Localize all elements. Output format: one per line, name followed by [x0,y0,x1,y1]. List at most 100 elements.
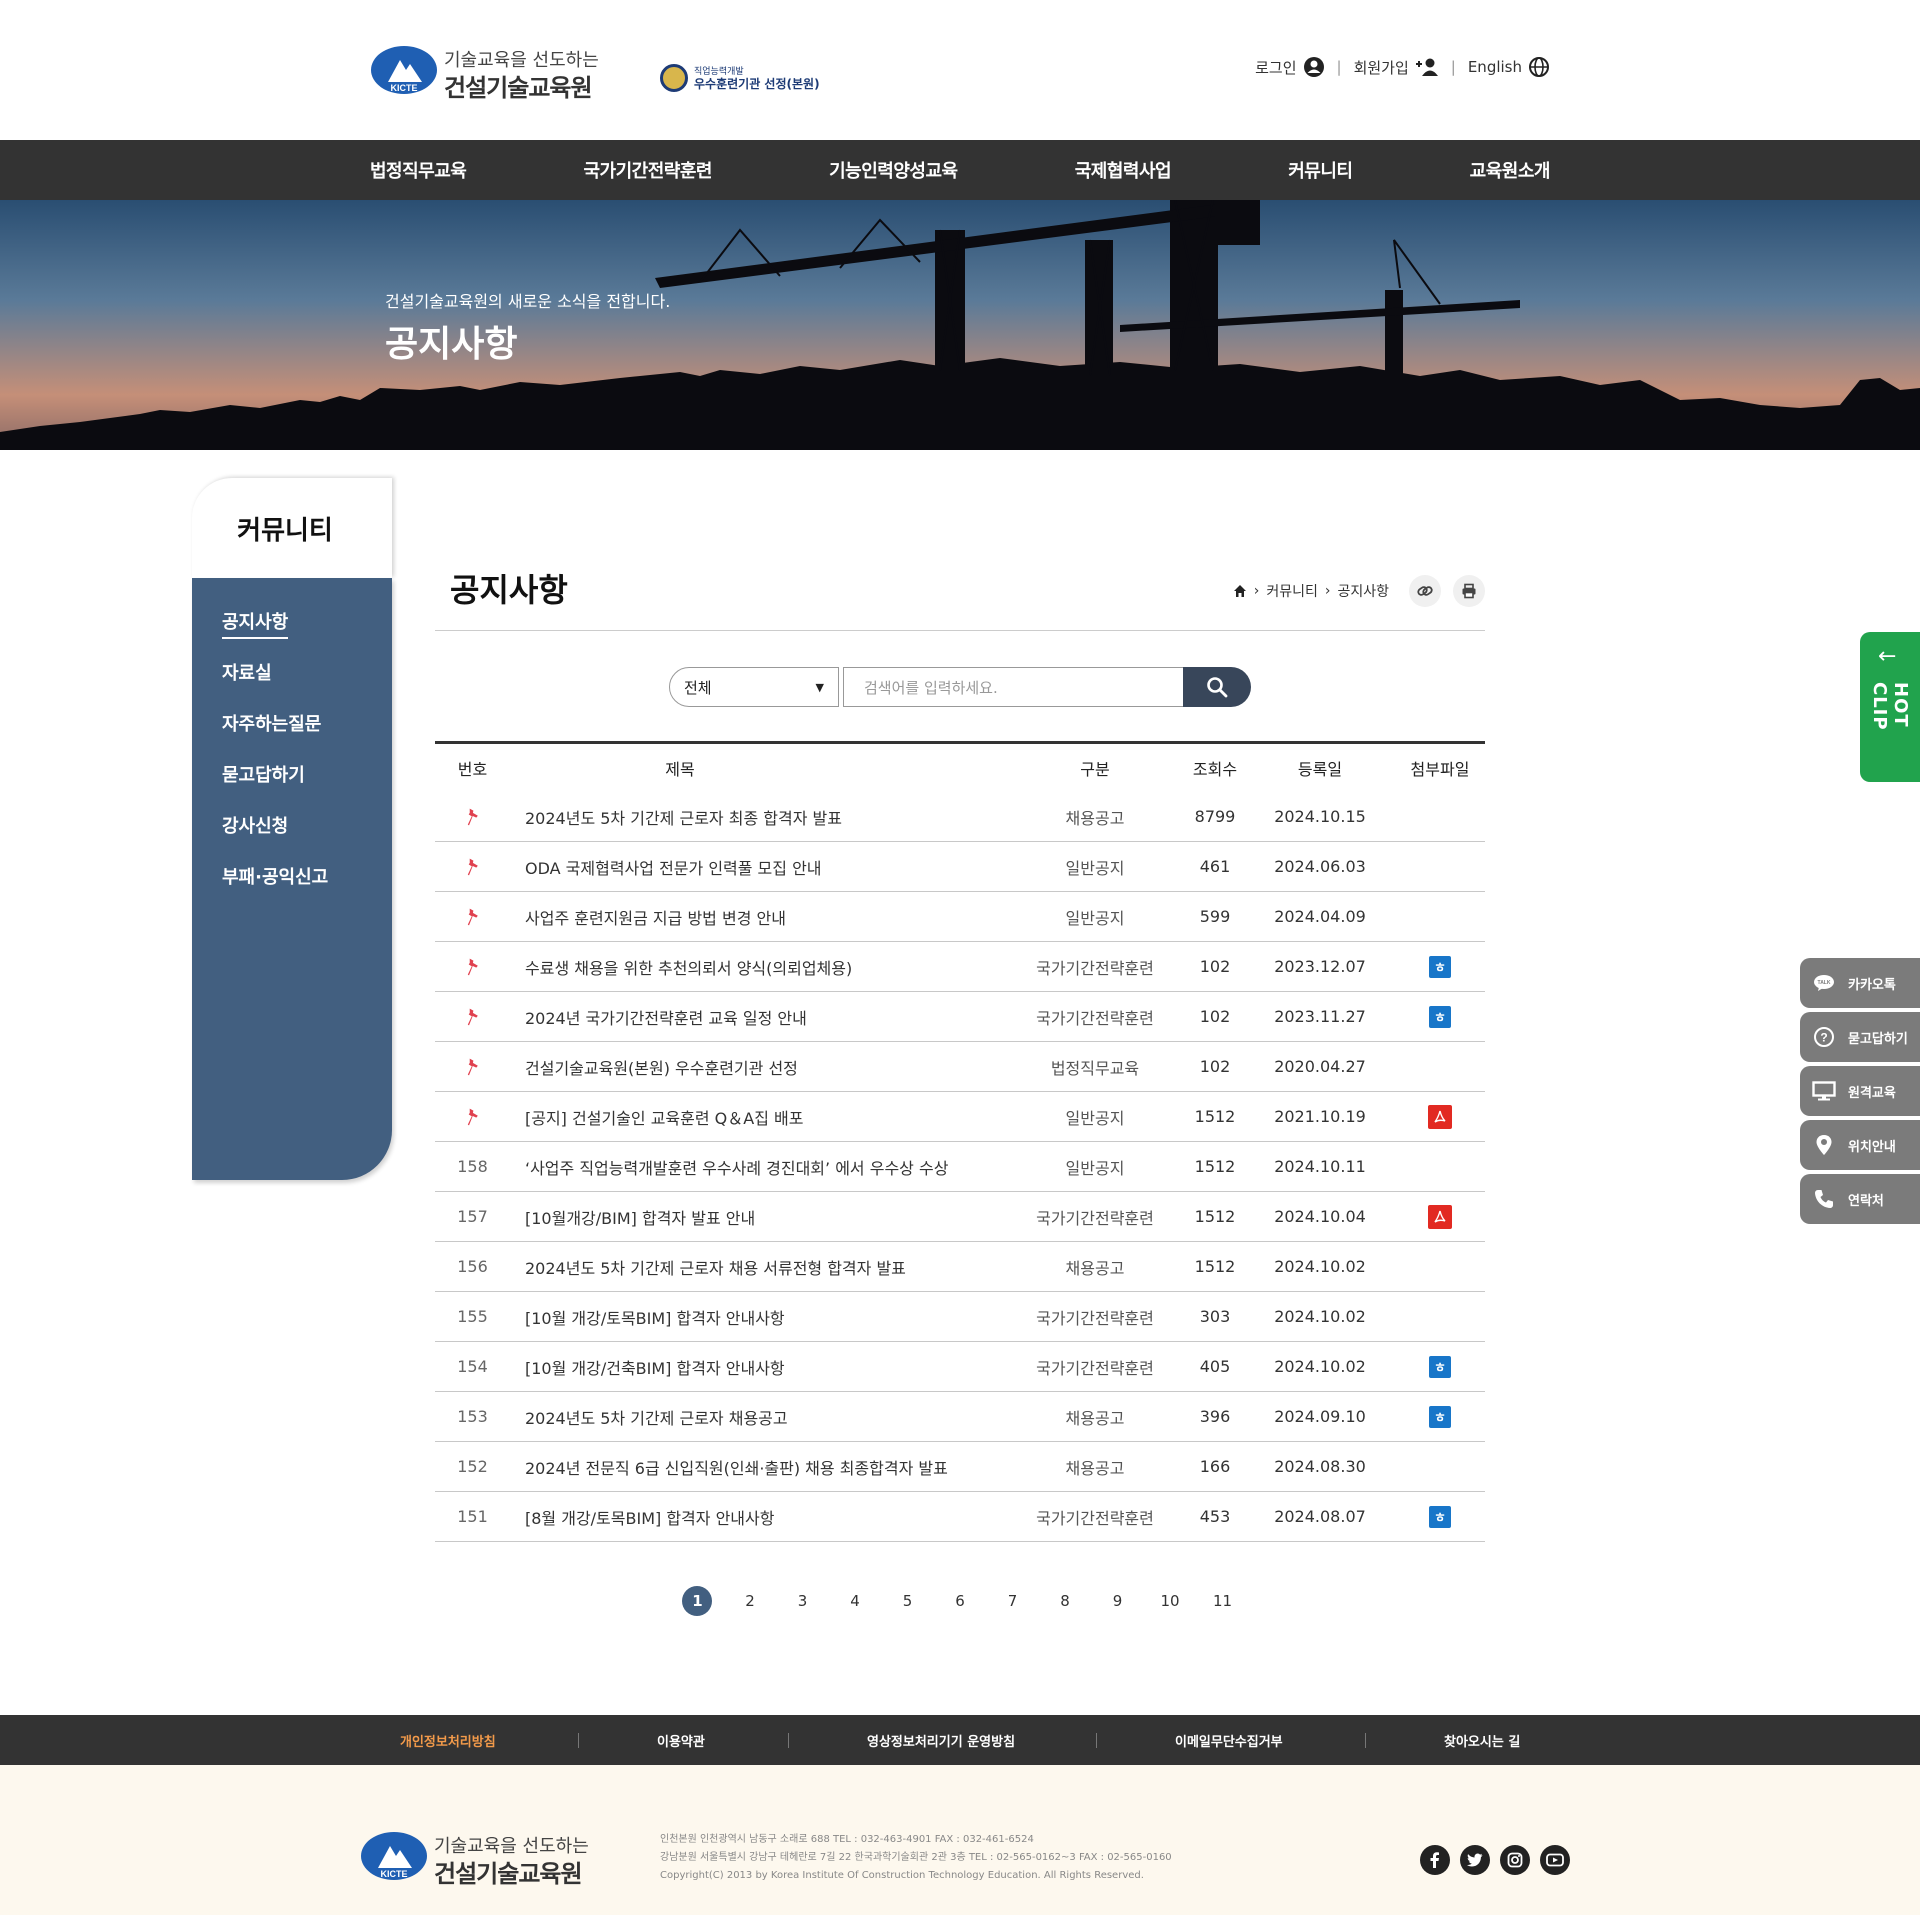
hwp-file-icon[interactable]: ㅎ [1429,955,1451,978]
util-divider: | [1336,58,1342,76]
row-title[interactable]: [10월 개강/토목BIM] 합격자 안내사항 [525,1292,1025,1341]
footer-link-directions[interactable]: 찾아오시는 길 [1444,1715,1520,1765]
side-item-qna[interactable]: 묻고답하기 [222,761,328,812]
site-logo[interactable]: KICTE 기술교육을 선도하는 건설기술교육원 [370,44,615,102]
search-input[interactable]: 검색어를 입력하세요. [843,667,1183,707]
page-link[interactable]: 6 [934,1586,987,1616]
home-icon[interactable] [1233,584,1247,598]
row-title[interactable]: [8월 개강/토목BIM] 합격자 안내사항 [525,1492,1025,1541]
breadcrumb-item[interactable]: 공지사항 [1337,581,1389,601]
login-link[interactable]: 로그인 [1255,56,1324,78]
side-item-report[interactable]: 부패·공익신고 [222,863,328,914]
table-row[interactable]: 156 2024년도 5차 기간제 근로자 채용 서류전형 합격자 발표 채용공고 1… [435,1242,1485,1292]
row-title[interactable]: ‘사업주 직업능력개발훈련 우수사례 경진대회’ 에서 우수상 수상 [525,1142,1025,1191]
col-header-title: 제목 [665,760,695,779]
table-row[interactable]: 155 [10월 개강/토목BIM] 합격자 안내사항 국가기간전략훈련 303 202… [435,1292,1485,1342]
hwp-file-icon[interactable]: ㅎ [1429,1505,1451,1528]
youtube-icon[interactable] [1540,1845,1570,1875]
globe-icon [1529,57,1549,77]
hot-clip-tab[interactable]: ← HOT CLIP [1860,632,1920,782]
row-title[interactable]: 2024년 전문직 6급 신입직원(인쇄·출판) 채용 최종합격자 발표 [525,1442,1025,1491]
table-row[interactable]: 157 [10월개강/BIM] 합격자 발표 안내 국가기간전략훈련 1512 2024… [435,1192,1485,1242]
row-title[interactable]: [공지] 건설기술인 교육훈련 Q＆A집 배포 [525,1092,1025,1141]
gnb-item-legal-training[interactable]: 법정직무교육 [370,157,467,183]
row-number: 151 [457,1507,488,1526]
table-row[interactable]: 151 [8월 개강/토목BIM] 합격자 안내사항 국가기간전략훈련 453 2024… [435,1492,1485,1542]
row-title[interactable]: 2024년도 5차 기간제 근로자 최종 합격자 발표 [525,792,1025,841]
twitter-icon[interactable] [1460,1845,1490,1875]
footer-link-privacy[interactable]: 개인정보처리방침 [400,1715,496,1765]
table-row[interactable]: 158 ‘사업주 직업능력개발훈련 우수사례 경진대회’ 에서 우수상 수상 일반공… [435,1142,1485,1192]
gnb-item-community[interactable]: 커뮤니티 [1288,157,1353,183]
hwp-file-icon[interactable]: ㅎ [1429,1355,1451,1378]
table-row[interactable]: ODA 국제협력사업 전문가 인력풀 모집 안내 일반공지 461 2024.06.0… [435,842,1485,892]
side-item-archive[interactable]: 자료실 [222,659,328,710]
chat-bubble-icon: TALK [1800,974,1848,992]
col-header-views: 조회수 [1192,760,1238,779]
page-link[interactable]: 9 [1091,1586,1144,1616]
quick-location-button[interactable]: 위치안내 [1800,1120,1920,1170]
row-title[interactable]: 수료생 채용을 위한 추천의뢰서 양식(의뢰업체용) [525,942,1025,991]
search-button[interactable] [1183,667,1251,707]
row-title[interactable]: 2024년 국가기간전략훈련 교육 일정 안내 [525,992,1025,1041]
gnb-item-skilled-workforce[interactable]: 기능인력양성교육 [829,157,958,183]
english-link[interactable]: English [1468,56,1550,78]
pdf-file-icon[interactable] [1428,1204,1452,1229]
quick-contact-button[interactable]: 연락처 [1800,1174,1920,1224]
side-item-notice[interactable]: 공지사항 [222,608,328,659]
instagram-icon[interactable] [1500,1845,1530,1875]
table-row[interactable]: 154 [10월 개강/건축BIM] 합격자 안내사항 국가기간전략훈련 405 202… [435,1342,1485,1392]
hwp-file-icon[interactable]: ㅎ [1429,1005,1451,1028]
quick-label: 연락처 [1848,1193,1884,1209]
table-row[interactable]: 2024년도 5차 기간제 근로자 최종 합격자 발표 채용공고 8799 2024.… [435,792,1485,842]
side-item-instructor[interactable]: 강사신청 [222,812,328,863]
row-views: 303 [1199,1307,1231,1326]
quick-kakaotalk-button[interactable]: TALK 카카오톡 [1800,958,1920,1008]
row-title[interactable]: [10월개강/BIM] 합격자 발표 안내 [525,1192,1025,1241]
page-link[interactable]: 1 [671,1586,724,1616]
page-link[interactable]: 8 [1039,1586,1092,1616]
pdf-file-icon[interactable] [1428,1104,1452,1129]
row-title[interactable]: 2024년도 5차 기간제 근로자 채용공고 [525,1392,1025,1441]
footer-link-cctv[interactable]: 영상정보처리기기 운영방침 [867,1715,1015,1765]
row-title[interactable]: 사업주 훈련지원금 지급 방법 변경 안내 [525,892,1025,941]
quick-remote-education-button[interactable]: 원격교육 [1800,1066,1920,1116]
page-link[interactable]: 11 [1196,1586,1249,1616]
gnb-item-international[interactable]: 국제협력사업 [1075,157,1172,183]
link-share-button[interactable] [1409,575,1441,607]
table-row[interactable]: 152 2024년 전문직 6급 신입직원(인쇄·출판) 채용 최종합격자 발표 채… [435,1442,1485,1492]
table-row[interactable]: 수료생 채용을 위한 추천의뢰서 양식(의뢰업체용) 국가기간전략훈련 102 202… [435,942,1485,992]
page-link[interactable]: 5 [881,1586,934,1616]
row-number: 156 [457,1257,488,1276]
side-item-faq[interactable]: 자주하는질문 [222,710,328,761]
row-views: 1512 [1194,1257,1236,1276]
footer-link-email-refusal[interactable]: 이메일무단수집거부 [1175,1715,1283,1765]
hwp-file-icon[interactable]: ㅎ [1429,1405,1451,1428]
row-title[interactable]: 건설기술교육원(본원) 우수훈련기관 선정 [525,1042,1025,1091]
page-link[interactable]: 10 [1144,1586,1197,1616]
gnb-item-national-strategy[interactable]: 국가기간전략훈련 [584,157,713,183]
join-link[interactable]: 회원가입 [1354,57,1439,78]
table-row[interactable]: 2024년 국가기간전략훈련 교육 일정 안내 국가기간전략훈련 102 2023.1… [435,992,1485,1042]
quick-qna-button[interactable]: ? 묻고답하기 [1800,1012,1920,1062]
table-row[interactable]: [공지] 건설기술인 교육훈련 Q＆A집 배포 일반공지 1512 2021.10.1… [435,1092,1485,1142]
row-title[interactable]: 2024년도 5차 기간제 근로자 채용 서류전형 합격자 발표 [525,1242,1025,1291]
login-label: 로그인 [1255,58,1297,77]
table-row[interactable]: 153 2024년도 5차 기간제 근로자 채용공고 채용공고 396 2024.09.… [435,1392,1485,1442]
print-button[interactable] [1453,575,1485,607]
row-attachment: ㅎ [1400,1342,1480,1391]
table-row[interactable]: 사업주 훈련지원금 지급 방법 변경 안내 일반공지 599 2024.04.09 [435,892,1485,942]
page-link[interactable]: 3 [776,1586,829,1616]
link-icon [1417,586,1433,596]
footer-link-terms[interactable]: 이용약관 [657,1715,705,1765]
breadcrumb-item[interactable]: 커뮤니티 [1266,581,1318,601]
gnb-item-about[interactable]: 교육원소개 [1470,157,1551,183]
search-category-select[interactable]: 전체 ▼ [669,667,839,707]
facebook-icon[interactable] [1420,1845,1450,1875]
page-link[interactable]: 2 [724,1586,777,1616]
page-link[interactable]: 7 [986,1586,1039,1616]
row-title[interactable]: [10월 개강/건축BIM] 합격자 안내사항 [525,1342,1025,1391]
table-row[interactable]: 건설기술교육원(본원) 우수훈련기관 선정 법정직무교육 102 2020.04.27 [435,1042,1485,1092]
page-link[interactable]: 4 [829,1586,882,1616]
row-title[interactable]: ODA 국제협력사업 전문가 인력풀 모집 안내 [525,842,1025,891]
